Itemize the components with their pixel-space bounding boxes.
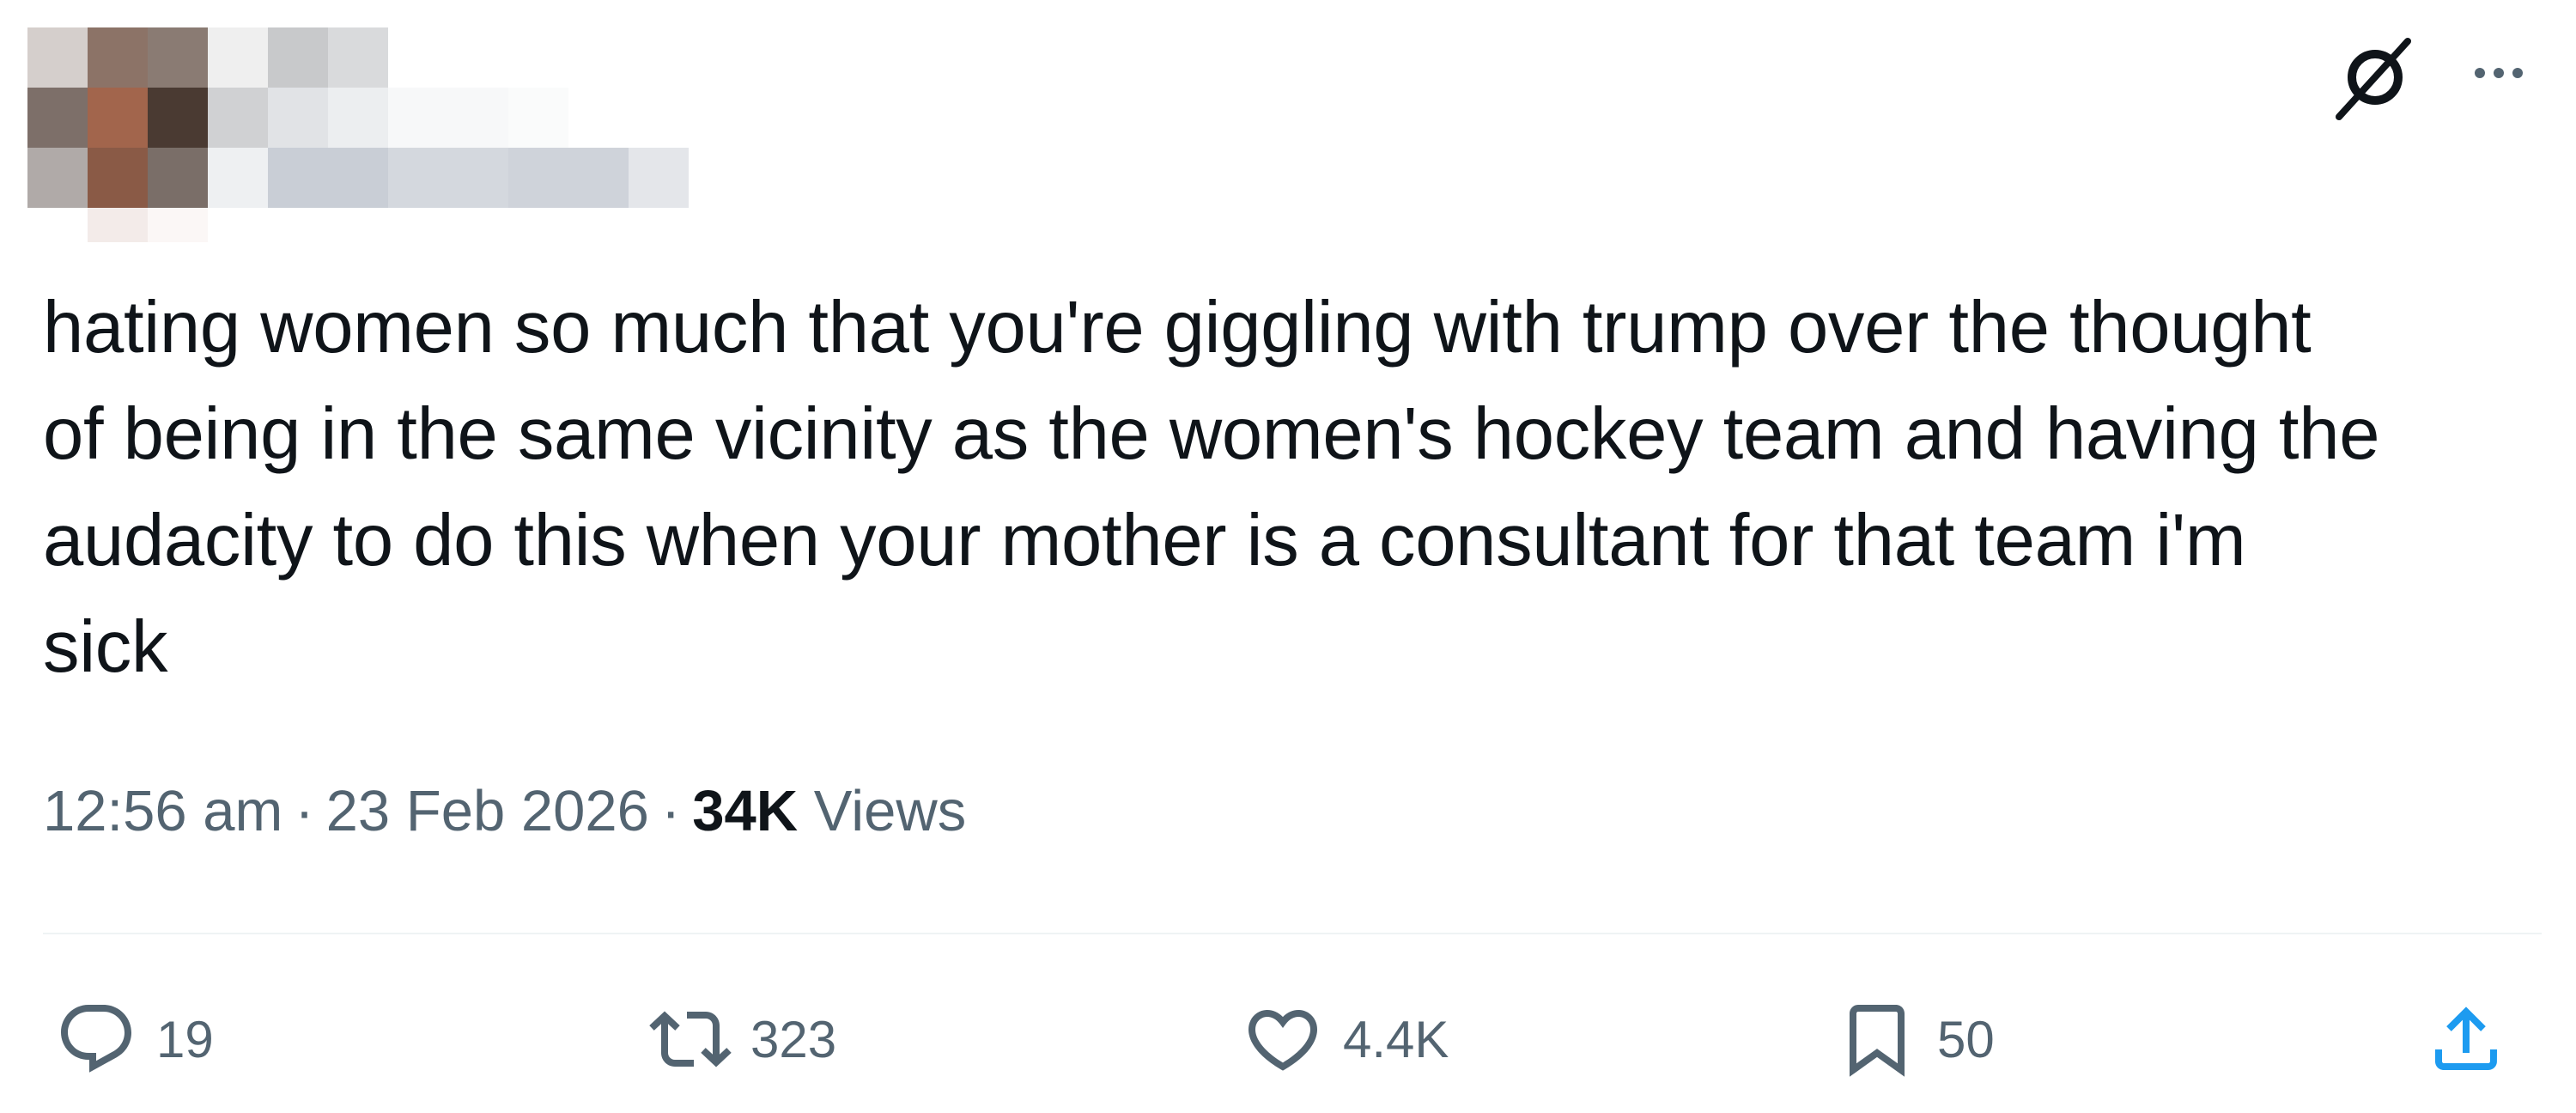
grok-button[interactable] xyxy=(2329,34,2418,124)
author-block[interactable] xyxy=(27,27,689,242)
tweet-text: hating women so much that you're gigglin… xyxy=(43,287,2380,688)
more-button[interactable] xyxy=(2454,34,2543,112)
more-icon-dot xyxy=(2475,68,2485,78)
meta-separator: · xyxy=(660,779,681,843)
bookmark-count: 50 xyxy=(1937,1010,1995,1068)
tweet-time[interactable]: 12:56 am xyxy=(43,779,283,843)
reply-count: 19 xyxy=(156,1010,214,1068)
reply-icon xyxy=(61,1005,132,1073)
views-count: 34K xyxy=(692,779,799,843)
like-count: 4.4K xyxy=(1343,1010,1449,1068)
avatar[interactable] xyxy=(27,27,208,242)
author-name-redacted[interactable] xyxy=(208,27,689,242)
bookmark-button[interactable]: 50 xyxy=(1836,988,1995,1091)
grok-icon xyxy=(2336,38,2411,120)
reply-button[interactable]: 19 xyxy=(55,988,214,1091)
more-icon-dot xyxy=(2494,68,2504,78)
views-label: Views xyxy=(813,779,967,843)
tweet-date[interactable]: 23 Feb 2026 xyxy=(326,779,649,843)
share-icon xyxy=(2435,1007,2497,1070)
tweet-meta: 12:56 am · 23 Feb 2026 · 34K Views xyxy=(43,773,966,850)
repost-icon xyxy=(649,1011,732,1067)
repost-button[interactable]: 323 xyxy=(649,988,836,1091)
repost-count: 323 xyxy=(750,1010,837,1068)
bookmark-icon xyxy=(1850,1005,1905,1077)
meta-separator: · xyxy=(295,779,314,843)
like-icon xyxy=(1248,1010,1318,1071)
share-button[interactable] xyxy=(2425,988,2507,1091)
divider xyxy=(43,933,2542,934)
more-icon-dot xyxy=(2512,68,2523,78)
like-button[interactable]: 4.4K xyxy=(1242,988,1449,1091)
